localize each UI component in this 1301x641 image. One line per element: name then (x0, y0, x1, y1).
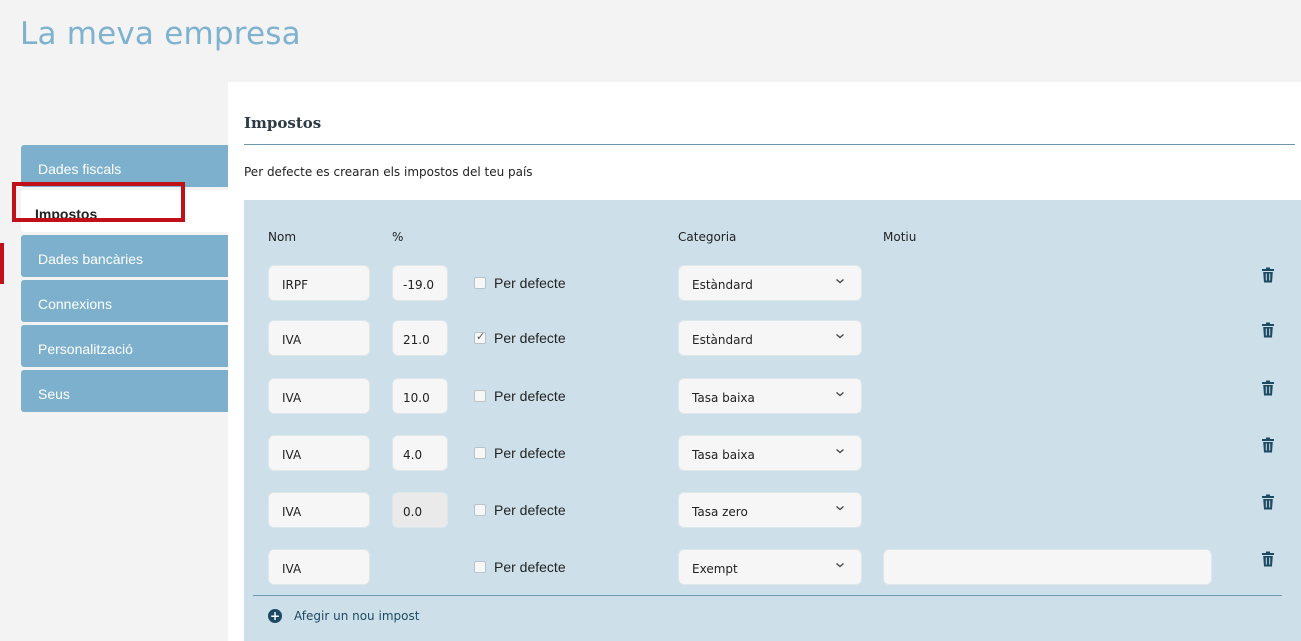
tax-name-input[interactable]: IVA (268, 492, 370, 528)
category-select-value: Tasa baixa (692, 448, 755, 462)
chevron-down-icon (835, 560, 845, 573)
checkbox-box[interactable] (474, 390, 486, 402)
tax-row: IVA 4.0 Per defecte Tasa baixa (244, 435, 1301, 475)
sidebar-item-seus[interactable]: Seus (21, 370, 228, 412)
chevron-down-icon (835, 331, 845, 344)
default-checkbox-label: Per defecte (494, 275, 566, 291)
tax-row: IVA 21.0 Per defecte Estàndard (244, 320, 1301, 360)
trash-icon[interactable] (1261, 267, 1277, 285)
trash-icon[interactable] (1261, 551, 1277, 569)
default-checkbox[interactable]: Per defecte (474, 275, 566, 291)
category-select-value: Estàndard (692, 278, 753, 292)
trash-icon[interactable] (1261, 437, 1277, 455)
category-select[interactable]: Tasa zero (678, 492, 862, 528)
highlight-annotation-box (12, 182, 185, 222)
checkbox-box[interactable] (474, 504, 486, 516)
section-description: Per defecte es crearan els impostos del … (244, 165, 533, 179)
section-divider (244, 144, 1295, 145)
sidebar-item-label: Personalització (38, 341, 133, 357)
checkbox-box[interactable] (474, 277, 486, 289)
chevron-down-icon (835, 503, 845, 516)
panel-divider (253, 595, 1282, 596)
default-checkbox-label: Per defecte (494, 388, 566, 404)
default-checkbox[interactable]: Per defecte (474, 445, 566, 461)
tax-name-input[interactable]: IRPF (268, 265, 370, 301)
checkbox-box[interactable] (474, 561, 486, 573)
default-checkbox-label: Per defecte (494, 502, 566, 518)
sidebar-item-label: Connexions (38, 296, 112, 312)
sidebar-item-label: Dades fiscals (38, 161, 122, 177)
column-header-percent: % (392, 230, 404, 244)
sidebar-item-dades-bancaries[interactable]: Dades bancàries (21, 235, 228, 277)
column-header-category: Categoria (678, 230, 737, 244)
tax-percent-input[interactable]: 0.0 (392, 492, 448, 528)
category-select[interactable]: Estàndard (678, 265, 862, 301)
tax-name-input[interactable]: IVA (268, 435, 370, 471)
tax-name-input[interactable]: IVA (268, 549, 370, 585)
category-select-value: Exempt (692, 562, 738, 576)
reason-input[interactable] (883, 549, 1212, 585)
category-select[interactable]: Tasa baixa (678, 435, 862, 471)
column-header-reason: Motiu (883, 230, 917, 244)
add-tax-button[interactable]: + Afegir un nou impost (268, 609, 419, 623)
chevron-down-icon (835, 276, 845, 289)
plus-circle-icon: + (268, 609, 282, 623)
add-tax-label: Afegir un nou impost (294, 609, 420, 623)
tax-percent-input[interactable]: 10.0 (392, 378, 448, 414)
checkbox-box[interactable] (474, 447, 486, 459)
tax-row: IVA Per defecte Exempt (244, 549, 1301, 589)
tax-percent-input[interactable]: -19.0 (392, 265, 448, 301)
default-checkbox-label: Per defecte (494, 330, 566, 346)
sidebar-item-dades-fiscals[interactable]: Dades fiscals (21, 145, 228, 187)
tax-row: IVA 0.0 Per defecte Tasa zero (244, 492, 1301, 532)
category-select-value: Tasa baixa (692, 391, 755, 405)
default-checkbox[interactable]: Per defecte (474, 559, 566, 575)
trash-icon[interactable] (1261, 494, 1277, 512)
tax-name-input[interactable]: IVA (268, 378, 370, 414)
default-checkbox[interactable]: Per defecte (474, 388, 566, 404)
app-title: La meva empresa (20, 16, 301, 52)
main-content: Impostos Per defecte es crearan els impo… (228, 82, 1301, 641)
tax-panel: Nom % Categoria Motiu IRPF -19.0 Per def… (244, 200, 1301, 641)
sidebar-item-label: Seus (38, 386, 70, 402)
default-checkbox-label: Per defecte (494, 559, 566, 575)
tax-row: IRPF -19.0 Per defecte Estàndard (244, 265, 1301, 305)
chevron-down-icon (835, 389, 845, 402)
checkbox-box[interactable] (474, 330, 486, 344)
tax-name-input[interactable]: IVA (268, 320, 370, 356)
sidebar-item-connexions[interactable]: Connexions (21, 280, 228, 322)
category-select[interactable]: Tasa baixa (678, 378, 862, 414)
sidebar-item-personalitzacio[interactable]: Personalització (21, 325, 228, 367)
category-select-value: Tasa zero (692, 505, 748, 519)
sidebar-item-label: Dades bancàries (38, 251, 144, 267)
section-title: Impostos (244, 114, 322, 132)
default-checkbox[interactable]: Per defecte (474, 502, 566, 518)
category-select-value: Estàndard (692, 333, 753, 347)
tax-percent-input[interactable]: 21.0 (392, 320, 448, 356)
column-header-name: Nom (268, 230, 297, 244)
trash-icon[interactable] (1261, 380, 1277, 398)
highlight-annotation-bar (0, 243, 4, 284)
category-select[interactable]: Exempt (678, 549, 862, 585)
chevron-down-icon (835, 446, 845, 459)
default-checkbox[interactable]: Per defecte (474, 330, 566, 346)
tax-row: IVA 10.0 Per defecte Tasa baixa (244, 378, 1301, 418)
default-checkbox-label: Per defecte (494, 445, 566, 461)
trash-icon[interactable] (1261, 322, 1277, 340)
category-select[interactable]: Estàndard (678, 320, 862, 356)
tax-percent-input[interactable]: 4.0 (392, 435, 448, 471)
